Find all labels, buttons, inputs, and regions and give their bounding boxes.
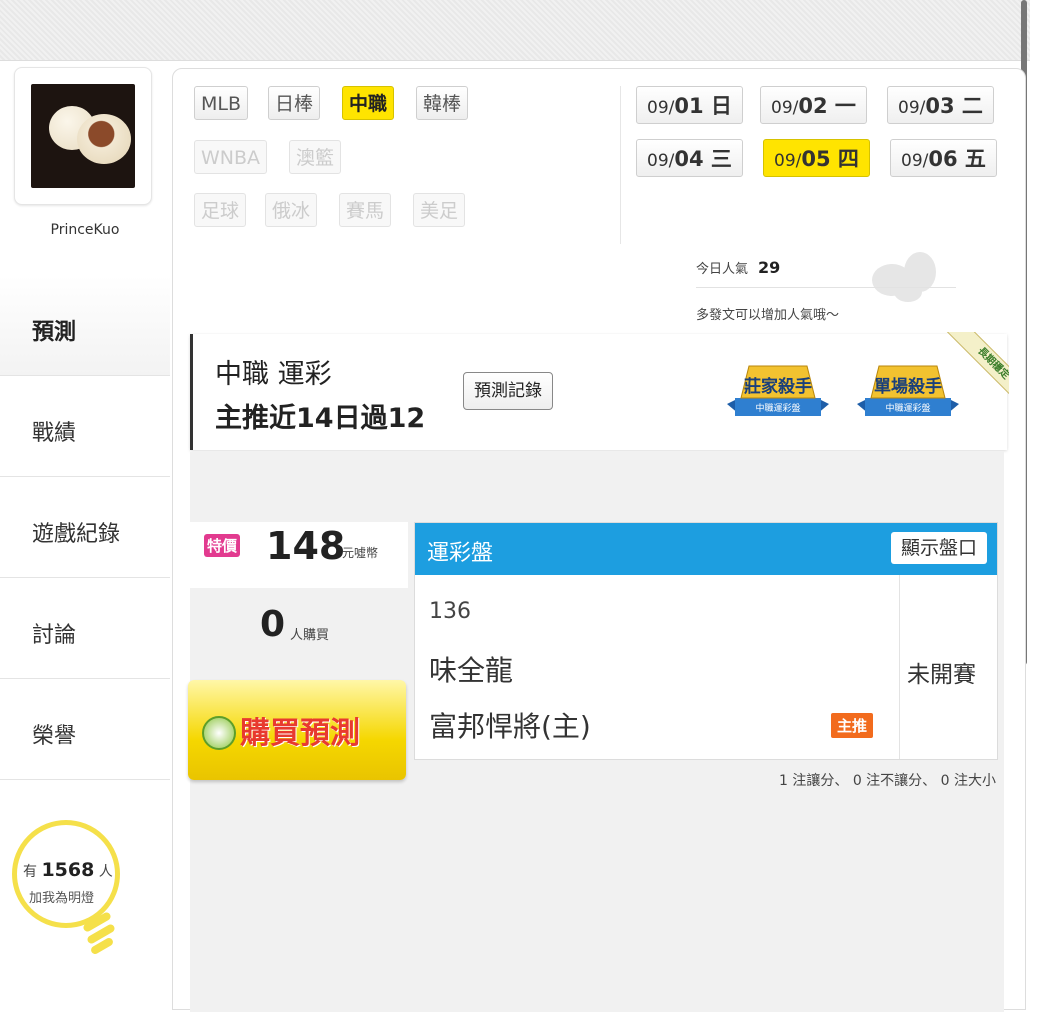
league-tab-npb[interactable]: 日棒 — [268, 86, 321, 120]
svg-text:莊家殺手: 莊家殺手 — [744, 376, 812, 397]
show-odds-button[interactable]: 顯示盤口 — [890, 532, 987, 564]
game-status: 未開賽 — [907, 662, 976, 688]
avatar[interactable] — [31, 84, 135, 188]
coin-icon — [202, 716, 236, 750]
fan-count-line: 有 1568 人 — [23, 859, 113, 881]
buy-prediction-button[interactable]: 購買預測 — [188, 680, 406, 780]
popularity: 今日人氣 29 — [696, 258, 781, 277]
divider — [696, 287, 956, 288]
league-tab-mlb[interactable]: MLB — [194, 86, 249, 120]
prediction-header-card: 中職 運彩 主推近14日過12 預測記錄 莊家殺手 中職運彩盤 單場殺手 中職運… — [190, 332, 1009, 450]
popularity-note: 多發文可以增加人氣哦～ — [696, 308, 840, 323]
sidebar-item-discussion[interactable]: 討論 — [0, 579, 170, 679]
league-title: 中職 運彩 — [215, 359, 332, 390]
avatar-frame[interactable] — [14, 67, 152, 205]
league-tab-nbl[interactable]: 澳籃 — [289, 140, 342, 174]
sidebar-item-honor[interactable]: 榮譽 — [0, 680, 170, 780]
home-team: 富邦悍將(主) — [429, 710, 591, 743]
svg-text:中職運彩盤: 中職運彩盤 — [755, 402, 800, 414]
sidebar-item-label: 戰績 — [32, 421, 77, 446]
divider — [620, 86, 621, 244]
banker-killer-badge-icon[interactable]: 莊家殺手 中職運彩盤 — [719, 352, 837, 428]
date-tab-0906[interactable]: 09/06 五 — [890, 139, 997, 177]
league-tab-wnba[interactable]: WNBA — [194, 140, 268, 174]
svg-text:中職運彩盤: 中職運彩盤 — [885, 402, 930, 414]
lightbulb-icon — [83, 912, 115, 954]
popularity-value: 29 — [758, 258, 781, 277]
sidebar-item-record[interactable]: 戰績 — [0, 377, 170, 477]
top-pattern-band — [0, 0, 1030, 61]
league-tab-kbo[interactable]: 韓棒 — [416, 86, 469, 120]
league-tab-nfl[interactable]: 美足 — [413, 193, 466, 227]
league-tab-khl[interactable]: 俄冰 — [265, 193, 318, 227]
price-unit: 元噓幣 — [342, 546, 379, 560]
long-term-stable-ribbon: 長期穩定 — [933, 332, 1009, 408]
sidebar-item-game-log[interactable]: 遊戲紀錄 — [0, 478, 170, 578]
main-pick-tag: 主推 — [831, 713, 874, 738]
price-box: 特價 148 元噓幣 — [190, 522, 408, 588]
league-tab-soccer[interactable]: 足球 — [194, 193, 247, 227]
date-tab-0902[interactable]: 09/02 一 — [760, 86, 867, 124]
sidebar-item-label: 榮譽 — [32, 724, 77, 749]
fan-caption: 加我為明燈 — [29, 891, 95, 906]
league-tab-cpbl[interactable]: 中職 — [342, 86, 395, 120]
svg-text:單場殺手: 單場殺手 — [874, 376, 942, 397]
bet-summary: 1 注讓分、 0 注不讓分、 0 注大小 — [779, 773, 996, 789]
league-tab-horse[interactable]: 賽馬 — [339, 193, 392, 227]
date-tab-0903[interactable]: 09/03 二 — [887, 86, 994, 124]
sidebar-item-label: 預測 — [32, 320, 77, 345]
date-tab-0904[interactable]: 09/04 三 — [636, 139, 743, 177]
game-number: 136 — [429, 599, 471, 624]
main-pick-record: 主推近14日過12 — [215, 403, 426, 434]
divider — [899, 575, 900, 759]
odds-header: 運彩盤 顯示盤口 — [415, 523, 997, 575]
sidebar-item-predict[interactable]: 預測 — [0, 276, 170, 376]
fan-count: 1568 — [41, 859, 95, 881]
price-amount: 148 — [266, 524, 346, 568]
special-price-tag: 特價 — [204, 534, 241, 557]
butterfly-icon — [872, 252, 936, 302]
username[interactable]: PrinceKuo — [0, 222, 170, 238]
odds-panel: 運彩盤 顯示盤口 136 味全龍 富邦悍將(主) 主推 未開賽 — [414, 522, 998, 760]
sidebar-item-label: 討論 — [32, 623, 77, 648]
date-tab-0905[interactable]: 09/05 四 — [763, 139, 870, 177]
buyer-count: 0 人購買 — [260, 604, 330, 645]
date-tab-0901[interactable]: 09/01 日 — [636, 86, 743, 124]
sidebar-item-label: 遊戲紀錄 — [32, 522, 121, 547]
away-team: 味全龍 — [429, 654, 514, 687]
odds-title: 運彩盤 — [427, 541, 494, 566]
prediction-record-button[interactable]: 預測記錄 — [463, 372, 553, 410]
